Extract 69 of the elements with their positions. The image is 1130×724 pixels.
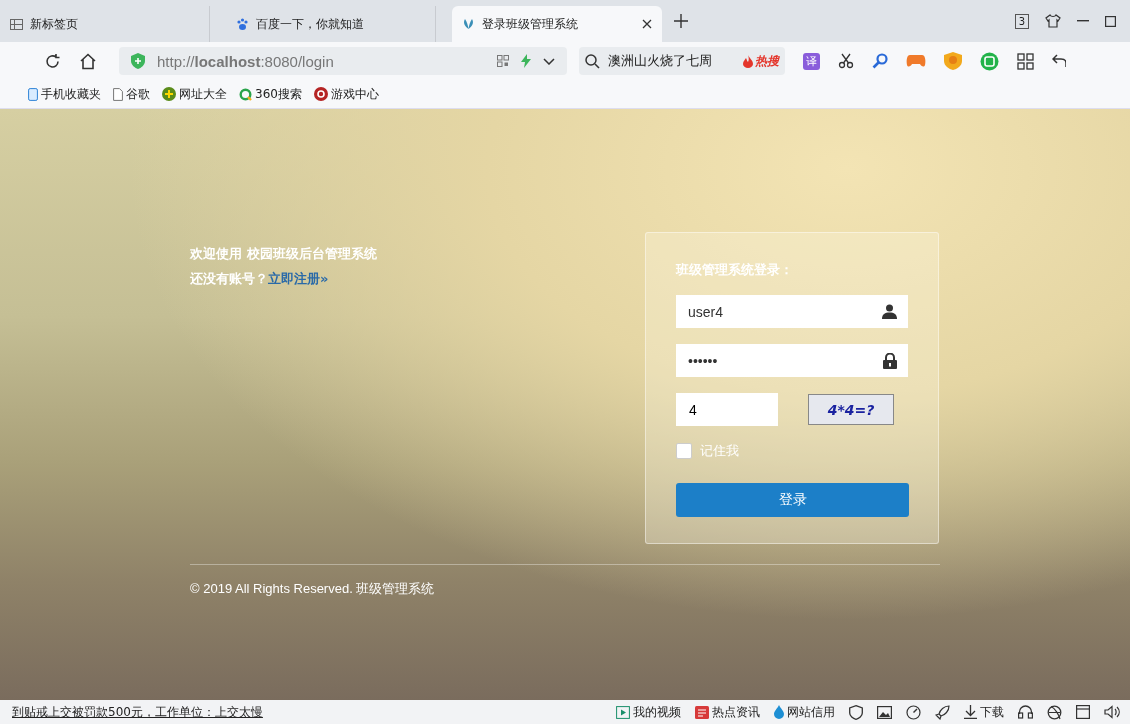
captcha-field[interactable]: 4 xyxy=(676,393,778,426)
bookmark-link[interactable]: 网址大全 xyxy=(162,85,227,103)
hot-search-badge[interactable]: 热搜 xyxy=(743,52,779,70)
no-account-text: 还没有账号？ xyxy=(190,270,268,288)
flame-icon xyxy=(743,54,753,68)
bookmark-link[interactable]: 游戏中心 xyxy=(313,85,379,103)
new-tab-icon[interactable] xyxy=(674,14,688,28)
plus-circle-icon xyxy=(162,87,176,101)
shield-coin-icon[interactable] xyxy=(944,52,962,70)
speaker-icon[interactable] xyxy=(1104,705,1120,719)
drop-icon xyxy=(774,705,784,719)
url-text: http://localhost:8080/login xyxy=(157,52,334,70)
bookmark-link[interactable]: 谷歌 xyxy=(113,85,150,103)
rocket-icon[interactable] xyxy=(935,704,950,720)
status-bar-item[interactable]: 热点资讯 xyxy=(695,703,760,721)
newspaper-icon xyxy=(695,705,709,719)
download-icon xyxy=(964,705,977,719)
paw-icon xyxy=(236,17,249,31)
scissors-icon[interactable] xyxy=(838,53,854,69)
maximize-icon[interactable] xyxy=(1105,15,1116,27)
password-field[interactable]: •••••• xyxy=(676,344,908,377)
welcome-text: 欢迎使用 校园班级后台管理系统 xyxy=(190,245,378,263)
shield-icon[interactable] xyxy=(849,704,863,720)
game-icon xyxy=(313,87,328,101)
news-ticker-link[interactable]: 到贴戒上交被罚款500元，工作单位：上交太慢 xyxy=(12,703,263,721)
search-icon xyxy=(585,53,600,69)
remember-checkbox[interactable] xyxy=(676,443,692,459)
remember-label: 记住我 xyxy=(700,442,739,460)
image-icon[interactable] xyxy=(877,705,892,719)
bookmark-link[interactable]: 360搜索 xyxy=(239,85,302,103)
browser-e-icon[interactable] xyxy=(1047,704,1062,720)
login-title: 班级管理系统登录： xyxy=(676,261,794,279)
shield-icon xyxy=(131,53,145,69)
user-icon xyxy=(882,304,897,319)
minimize-icon[interactable] xyxy=(1077,20,1089,22)
copyright-text: © 2019 All Rights Reserved. 班级管理系统 xyxy=(190,581,435,596)
reload-icon[interactable] xyxy=(44,52,61,70)
search-field[interactable]: 澳洲山火烧了七周 热搜 xyxy=(579,47,785,75)
lock-icon xyxy=(883,352,897,369)
download-button[interactable]: 下载 xyxy=(964,703,1004,721)
username-field[interactable]: user4 xyxy=(676,295,908,328)
captcha-image[interactable]: 4*4=? xyxy=(808,394,894,425)
bookmark-link[interactable]: 手机收藏夹 xyxy=(28,85,101,103)
home-icon[interactable] xyxy=(79,52,97,70)
leaf-icon xyxy=(462,18,475,30)
gamepad-icon[interactable] xyxy=(906,54,926,68)
apps-grid-icon[interactable] xyxy=(1017,52,1034,70)
headset-icon[interactable] xyxy=(1018,705,1033,719)
close-icon[interactable] xyxy=(642,19,652,29)
browser-tab[interactable]: 登录班级管理系统 xyxy=(452,6,662,42)
circle-app-icon[interactable] xyxy=(980,51,999,71)
grid-icon xyxy=(10,18,23,30)
login-button[interactable]: 登录 xyxy=(676,483,909,517)
page-icon xyxy=(113,87,123,101)
address-bar[interactable]: http://localhost:8080/login xyxy=(119,47,567,75)
phone-icon xyxy=(28,87,38,101)
status-bar-item[interactable]: 我的视频 xyxy=(616,703,681,721)
chevron-down-icon[interactable] xyxy=(543,57,555,65)
play-icon xyxy=(616,705,630,719)
translate-button[interactable]: 译 xyxy=(803,52,820,70)
speed-icon[interactable] xyxy=(906,704,921,720)
undo-icon[interactable] xyxy=(1052,53,1066,69)
qr-code-icon[interactable] xyxy=(497,55,509,67)
status-bar-item[interactable]: 网站信用 xyxy=(774,703,835,721)
magnifier-icon[interactable] xyxy=(872,53,888,69)
shirt-icon[interactable] xyxy=(1045,14,1061,28)
window-icon[interactable] xyxy=(1076,705,1090,719)
tab-count-badge[interactable]: 3 xyxy=(1014,13,1029,29)
ring-icon xyxy=(239,87,252,101)
